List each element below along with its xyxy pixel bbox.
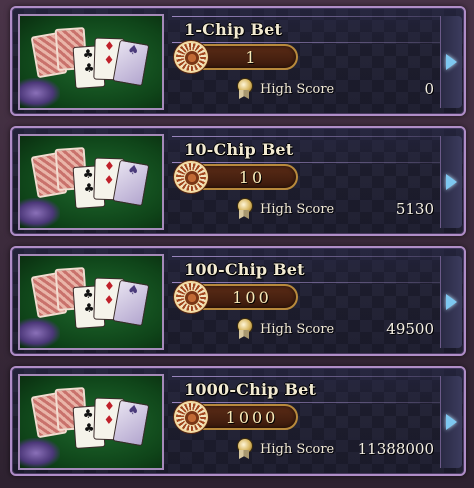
bet-option-10-chip[interactable]: ♣ ♣ ♦ ♦ ♠ 10-Chip Bet 10 High Score 5130 xyxy=(10,126,466,236)
flower-decoration xyxy=(20,318,60,348)
medal-icon xyxy=(234,438,254,460)
playing-cards-thumbnail: ♣ ♣ ♦ ♦ ♠ xyxy=(18,14,164,110)
divider xyxy=(172,402,452,403)
medal-icon xyxy=(234,198,254,220)
playing-cards-thumbnail: ♣ ♣ ♦ ♦ ♠ xyxy=(18,134,164,230)
select-bet-button[interactable] xyxy=(440,376,462,468)
divider xyxy=(172,136,452,137)
high-score-label: High Score xyxy=(260,442,335,457)
flower-decoration xyxy=(20,438,60,468)
flower-decoration xyxy=(20,198,60,228)
bet-option-1000-chip[interactable]: ♣ ♣ ♦ ♦ ♠ 1000-Chip Bet 1000 High Score 11… xyxy=(10,366,466,476)
select-bet-button[interactable] xyxy=(440,256,462,348)
chip-amount-badge: 10 xyxy=(174,161,298,193)
high-score-value: 0 xyxy=(424,80,434,98)
arrow-right-icon xyxy=(446,54,457,70)
chip-amount: 10 xyxy=(238,168,266,187)
bet-option-100-chip[interactable]: ♣ ♣ ♦ ♦ ♠ 100-Chip Bet 100 High Score 4950… xyxy=(10,246,466,356)
high-score-value: 5130 xyxy=(395,200,434,218)
select-bet-button[interactable] xyxy=(440,16,462,108)
playing-cards-thumbnail: ♣ ♣ ♦ ♦ ♠ xyxy=(18,254,164,350)
bet-title: 100-Chip Bet xyxy=(184,260,305,279)
bet-option-1-chip[interactable]: ♣ ♣ ♦ ♦ ♠ 1-Chip Bet 1 High Score 0 xyxy=(10,6,466,116)
card-spades-image: ♠ xyxy=(112,399,150,447)
high-score-label: High Score xyxy=(260,82,335,97)
divider xyxy=(172,256,452,257)
medal-icon xyxy=(234,318,254,340)
poker-chip-icon xyxy=(174,401,208,433)
select-bet-button[interactable] xyxy=(440,136,462,228)
chip-amount-badge: 100 xyxy=(174,281,298,313)
high-score-value: 11388000 xyxy=(357,440,434,458)
chip-amount: 1000 xyxy=(225,408,279,427)
flower-decoration xyxy=(20,78,60,108)
divider xyxy=(172,282,452,283)
divider xyxy=(172,42,452,43)
chip-amount-badge: 1 xyxy=(174,41,298,73)
bet-title: 1-Chip Bet xyxy=(184,20,283,39)
bet-title: 1000-Chip Bet xyxy=(184,380,317,399)
high-score-label: High Score xyxy=(260,322,335,337)
chip-amount: 100 xyxy=(232,288,272,307)
card-spades-image: ♠ xyxy=(112,39,150,87)
playing-cards-thumbnail: ♣ ♣ ♦ ♦ ♠ xyxy=(18,374,164,470)
poker-chip-icon xyxy=(174,281,208,313)
chip-amount-badge: 1000 xyxy=(174,401,298,433)
arrow-right-icon xyxy=(446,294,457,310)
high-score-label: High Score xyxy=(260,202,335,217)
divider xyxy=(172,16,452,17)
divider xyxy=(172,376,452,377)
card-spades-image: ♠ xyxy=(112,159,150,207)
bet-title: 10-Chip Bet xyxy=(184,140,294,159)
poker-chip-icon xyxy=(174,41,208,73)
card-spades-image: ♠ xyxy=(112,279,150,327)
arrow-right-icon xyxy=(446,414,457,430)
medal-icon xyxy=(234,78,254,100)
arrow-right-icon xyxy=(446,174,457,190)
chip-amount: 1 xyxy=(245,48,259,67)
high-score-value: 49500 xyxy=(386,320,434,338)
poker-chip-icon xyxy=(174,161,208,193)
divider xyxy=(172,162,452,163)
